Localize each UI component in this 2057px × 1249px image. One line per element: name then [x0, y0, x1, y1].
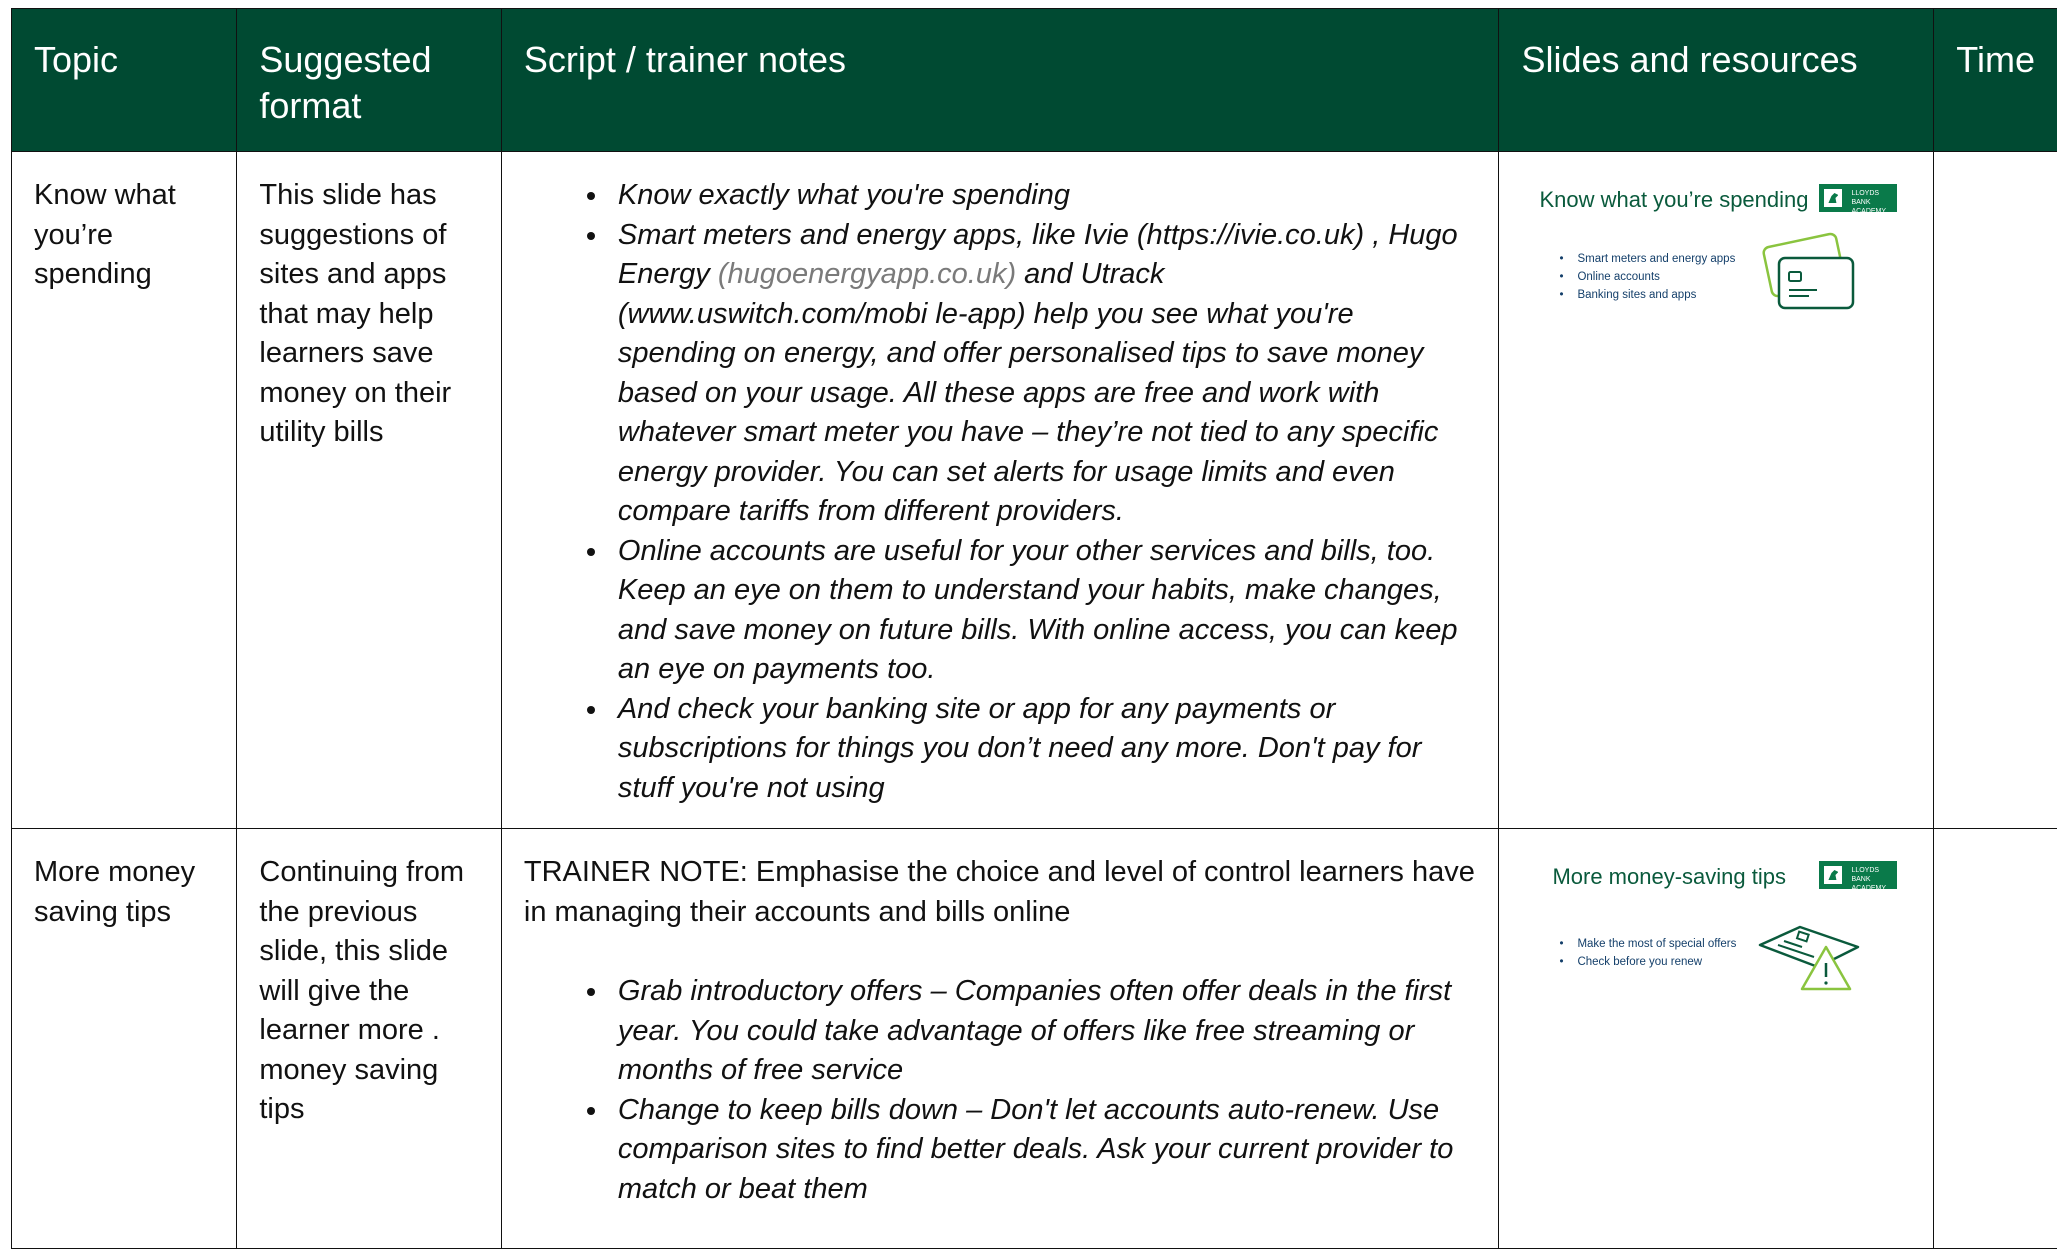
- cell-slides: Know what you’re spending LLOYDS BANK AC…: [1499, 152, 1934, 829]
- horse-icon: [1824, 189, 1842, 207]
- list-item: Make the most of special offers: [1577, 935, 1736, 953]
- slide-title: More money-saving tips: [1552, 863, 1786, 891]
- header-script: Script / trainer notes: [501, 9, 1499, 152]
- header-slides: Slides and resources: [1499, 9, 1934, 152]
- cell-topic: Know what you’re spending: [12, 152, 237, 829]
- list-item: Grab introductory offers – Companies oft…: [610, 972, 1477, 1091]
- cell-topic: More money saving tips: [12, 829, 237, 1249]
- bank-logo: LLOYDS BANK ACADEMY: [1819, 861, 1897, 889]
- trainer-note: TRAINER NOTE: Emphasise the choice and l…: [524, 853, 1477, 932]
- list-item: Change to keep bills down – Don't let ac…: [610, 1091, 1477, 1210]
- cell-script: TRAINER NOTE: Emphasise the choice and l…: [501, 829, 1499, 1249]
- bank-logo: LLOYDS BANK ACADEMY: [1819, 184, 1897, 212]
- slide-bullets: Smart meters and energy apps Online acco…: [1559, 250, 1735, 304]
- slide-thumbnail: Know what you’re spending LLOYDS BANK AC…: [1519, 172, 1899, 337]
- list-item: Banking sites and apps: [1577, 286, 1735, 304]
- cell-format: This slide has suggestions of sites and …: [237, 152, 502, 829]
- slide-title: Know what you’re spending: [1539, 186, 1808, 214]
- hugo-link[interactable]: (hugoenergyapp.co.uk): [718, 258, 1016, 290]
- cell-script: Know exactly what you're spending Smart …: [501, 152, 1499, 829]
- list-item: Know exactly what you're spending: [610, 176, 1477, 216]
- header-topic: Topic: [12, 9, 237, 152]
- table-row: Know what you’re spending This slide has…: [12, 152, 2057, 829]
- table-row: More money saving tips Continuing from t…: [12, 829, 2057, 1249]
- list-item: And check your banking site or app for a…: [610, 690, 1477, 809]
- cards-icon: [1759, 232, 1859, 322]
- list-item: Smart meters and energy apps: [1577, 250, 1735, 268]
- list-item: Online accounts: [1577, 268, 1735, 286]
- notes-list: Grab introductory offers – Companies oft…: [524, 972, 1477, 1209]
- card-warning-icon: [1754, 917, 1864, 997]
- header-format: Suggested format: [237, 9, 502, 152]
- list-item: Online accounts are useful for your othe…: [610, 532, 1477, 690]
- slide-thumbnail: More money-saving tips LLOYDS BANK ACADE…: [1519, 849, 1899, 1014]
- lesson-plan-table: Topic Suggested format Script / trainer …: [11, 8, 2057, 1249]
- header-row: Topic Suggested format Script / trainer …: [12, 9, 2057, 152]
- slide-bullets: Make the most of special offers Check be…: [1559, 935, 1736, 971]
- cell-time: [1934, 829, 2057, 1249]
- cell-format: Continuing from the previous slide, this…: [237, 829, 502, 1249]
- horse-icon: [1824, 866, 1842, 884]
- cell-time: [1934, 152, 2057, 829]
- list-item: Check before you renew: [1577, 953, 1736, 971]
- cell-slides: More money-saving tips LLOYDS BANK ACADE…: [1499, 829, 1934, 1249]
- list-item: Smart meters and energy apps, like Ivie …: [610, 216, 1477, 532]
- notes-list: Know exactly what you're spending Smart …: [524, 176, 1477, 808]
- note-text: and Utrack (www.uswitch.com/mobi le-app)…: [618, 258, 1438, 527]
- header-time: Time: [1934, 9, 2057, 152]
